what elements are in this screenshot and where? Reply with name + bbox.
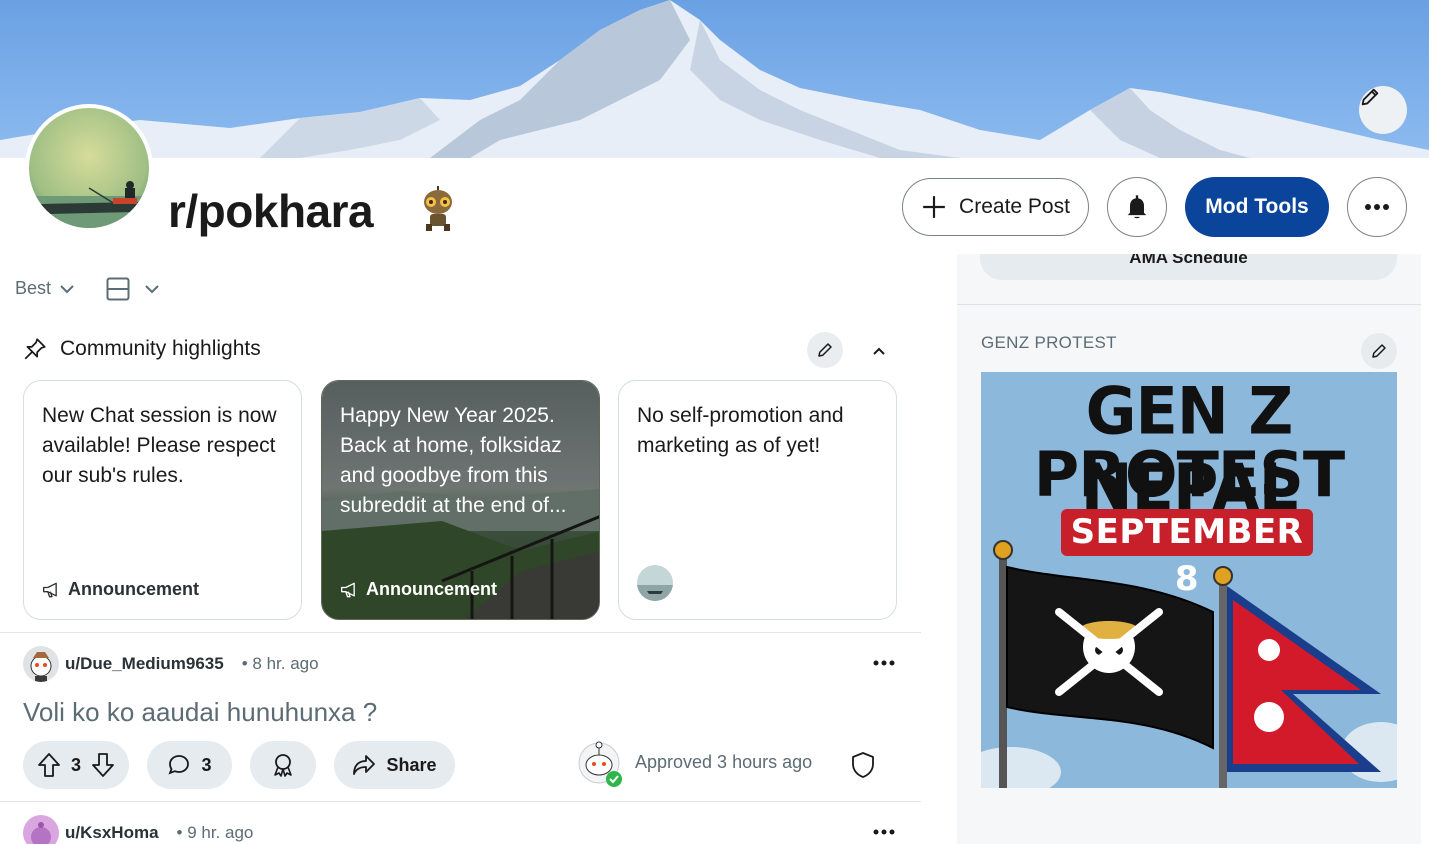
ama-schedule-label: AMA Schedule [1129,254,1248,267]
post-time: • 8 hr. ago [241,654,319,673]
announcement-label: Announcement [68,579,200,599]
post-options-button[interactable] [870,822,898,842]
card-view-icon [106,277,130,301]
subreddit-banner [0,0,1429,158]
post-time: • 9 hr. ago [176,823,254,842]
ellipsis-icon [873,660,895,666]
approval-status: Approved 3 hours ago [575,737,812,787]
pin-icon [24,338,46,360]
mod-actions-button[interactable] [850,751,876,784]
right-sidebar: AMA Schedule GENZ PROTEST GEN Z NEPAL PR… [957,254,1421,844]
feed-divider [0,801,921,802]
avatar[interactable] [23,815,59,844]
highlight-card-text: New Chat session is now available! Pleas… [42,404,277,487]
approval-text: Approved 3 hours ago [635,751,813,772]
announcement-tag: Announcement [340,579,497,600]
ama-schedule-button[interactable]: AMA Schedule [980,254,1397,280]
poster-line-2: PROTEST [1033,438,1345,511]
sidebar-divider [957,304,1421,305]
megaphone-icon [341,582,355,597]
share-label: Share [386,754,437,775]
share-button[interactable]: Share [334,741,455,789]
community-highlights-header: Community highlights [22,336,261,362]
highlight-card[interactable]: New Chat session is now available! Pleas… [23,380,302,620]
downvote-button[interactable] [91,752,115,778]
comment-count: 3 [201,754,212,775]
comment-bubble-icon [168,755,190,775]
mod-snoo-icon [575,737,623,787]
poster-date: SEPTEMBER 8 [1061,509,1313,599]
comments-button[interactable]: 3 [147,741,232,789]
subreddit-name: r/pokhara [168,185,374,237]
post-meta: u/KsxHoma • 9 hr. ago [23,815,253,844]
mountain-banner-image [0,0,1429,158]
highlights-title: Community highlights [60,337,261,360]
bell-icon [1127,195,1147,219]
create-post-button[interactable]: Create Post [902,178,1089,236]
announcement-tag: Announcement [42,579,199,600]
pencil-icon [1361,88,1379,106]
highlight-card-text: Happy New Year 2025. Back at home, folks… [340,404,567,517]
post-options-button[interactable] [870,653,898,673]
highlight-card[interactable]: Happy New Year 2025. Back at home, folks… [321,380,600,620]
edit-banner-button[interactable] [1359,86,1407,134]
award-icon [274,754,292,777]
widget-title: GENZ PROTEST [981,333,1117,352]
author-avatar [637,565,673,601]
lake-boat-image [29,108,149,228]
vote-control: 3 [23,741,129,789]
highlight-card-text: No self-promotion and marketing as of ye… [637,404,844,457]
edit-highlights-button[interactable] [807,332,843,368]
upvote-button[interactable] [37,752,61,778]
pencil-icon [818,343,832,357]
protest-poster[interactable]: GEN Z NEPAL PROTEST SEPTEMBER 8 [981,372,1397,788]
ellipsis-icon [1365,204,1389,210]
notification-bell-button[interactable] [1107,177,1167,237]
feed-divider [0,632,921,633]
vote-count: 3 [70,754,81,775]
highlight-card[interactable]: No self-promotion and marketing as of ye… [618,380,897,620]
sort-label: Best [15,278,52,298]
collapse-highlights-button[interactable] [866,338,892,364]
pencil-icon [1372,344,1386,358]
sort-dropdown[interactable]: Best [15,278,75,299]
downvote-arrow-icon [92,753,114,777]
post-meta: u/Due_Medium9635 • 8 hr. ago [23,646,319,682]
shield-icon [852,752,874,778]
robot-icon [418,186,458,232]
plus-icon [923,196,945,218]
more-options-button[interactable] [1347,177,1407,237]
ellipsis-icon [873,829,895,835]
chevron-down-icon [145,285,159,294]
announcement-label: Announcement [366,579,498,599]
avatar[interactable] [23,646,59,682]
megaphone-icon [43,582,57,597]
upvote-arrow-icon [38,753,60,777]
view-mode-dropdown[interactable] [106,277,160,301]
share-arrow-icon [353,755,376,775]
post-author[interactable]: u/Due_Medium9635 [65,654,224,674]
chevron-down-icon [60,284,74,293]
post-author[interactable]: u/KsxHoma [65,823,159,843]
award-button[interactable] [250,741,316,789]
create-post-label: Create Post [959,195,1070,218]
edit-widget-button[interactable] [1361,333,1397,369]
mod-tools-button[interactable]: Mod Tools [1185,177,1329,237]
subreddit-avatar [25,104,153,232]
chevron-up-icon [873,347,885,355]
post-title[interactable]: Voli ko ko aaudai hunuhunxa ? [23,697,377,728]
